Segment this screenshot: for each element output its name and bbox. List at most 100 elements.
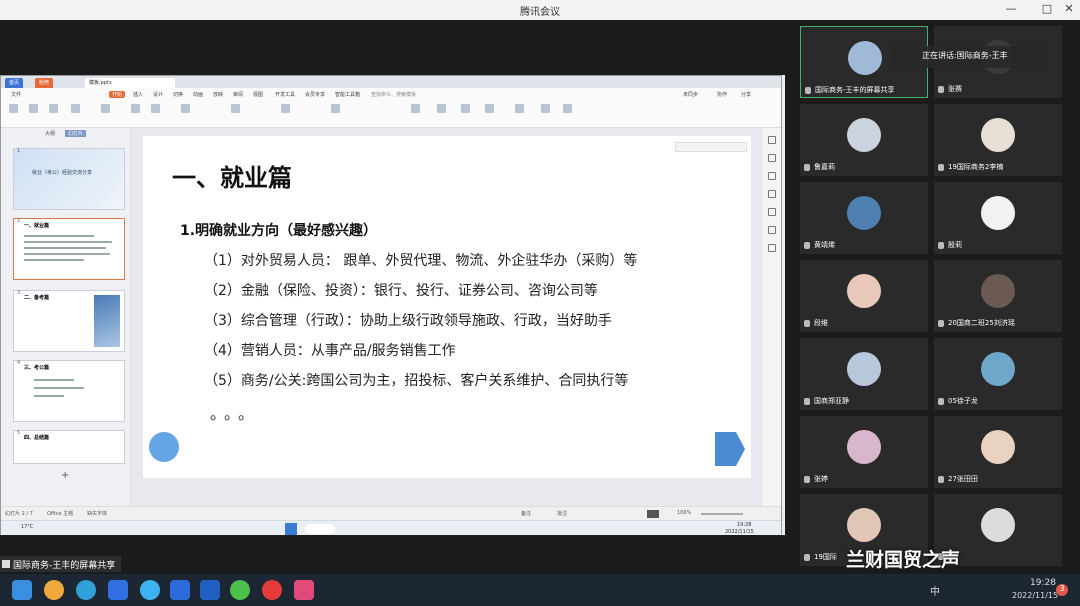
- paste-icon[interactable]: [9, 104, 18, 113]
- windows-start-icon[interactable]: [285, 523, 297, 535]
- participant-tile[interactable]: 殷莉: [934, 182, 1062, 254]
- share-button[interactable]: 分享: [741, 91, 751, 98]
- align-icon[interactable]: [331, 104, 340, 113]
- lang-indicator[interactable]: 中: [930, 583, 940, 598]
- input-method-toolbar[interactable]: [675, 142, 747, 152]
- minimize-button[interactable]: —: [1002, 2, 1020, 15]
- participant-tile[interactable]: 19国际商务2李楠: [934, 104, 1062, 176]
- current-start-icon[interactable]: [71, 104, 80, 113]
- slides-tab[interactable]: 幻灯片: [65, 130, 87, 137]
- bold-icon[interactable]: [231, 104, 240, 113]
- animation-panel-icon[interactable]: [768, 208, 776, 216]
- zoom-level[interactable]: 106%: [677, 510, 691, 516]
- menu-view[interactable]: 视图: [253, 91, 263, 98]
- decor-circle: [149, 432, 179, 462]
- participant-tile[interactable]: 黄靖烯: [800, 182, 928, 254]
- menu-dev-tools[interactable]: 开发工具: [275, 91, 295, 98]
- pin-icon[interactable]: [768, 154, 776, 162]
- shape-icon[interactable]: [437, 104, 446, 113]
- date[interactable]: 2022/11/15: [1012, 591, 1058, 600]
- reset-icon[interactable]: [151, 104, 160, 113]
- font-icon[interactable]: [181, 104, 190, 113]
- menu-slideshow[interactable]: 放映: [213, 91, 223, 98]
- participant-name: 黄靖烯: [804, 240, 835, 250]
- collab-button[interactable]: 协作: [717, 91, 727, 98]
- name-text: 05徐子龙: [948, 397, 978, 405]
- settings-icon[interactable]: [768, 136, 776, 144]
- participant-tile[interactable]: 05徐子龙: [934, 338, 1062, 410]
- menu-smart-tools[interactable]: 智能工具箱: [335, 91, 360, 98]
- screen-share-banner[interactable]: 国际商务-王丰的屏幕共享: [0, 556, 122, 572]
- edge-icon[interactable]: [76, 580, 96, 600]
- slide-thumbnail[interactable]: 5 四、总结篇: [13, 430, 125, 464]
- zoom-slider[interactable]: [701, 513, 743, 515]
- wechat-icon[interactable]: [230, 580, 250, 600]
- command-search[interactable]: 查找命令、搜索模板: [371, 91, 416, 98]
- cut-icon[interactable]: [29, 104, 38, 113]
- comment-button[interactable]: 批注: [557, 510, 567, 517]
- slide-thumbnail[interactable]: 4 三、考公篇: [13, 360, 125, 422]
- paragraph-icon[interactable]: [281, 104, 290, 113]
- tencent-meeting-icon[interactable]: [200, 580, 220, 600]
- participant-tile[interactable]: 张婷: [800, 416, 928, 488]
- outline-tab[interactable]: 大纲: [45, 130, 55, 137]
- menu-animation[interactable]: 动画: [193, 91, 203, 98]
- slide-thumbnail[interactable]: 3 二、备考篇: [13, 290, 125, 352]
- meeting-app-icon[interactable]: [170, 580, 190, 600]
- menu-member[interactable]: 会员专享: [305, 91, 325, 98]
- participant-tile[interactable]: 国商郑亚静: [800, 338, 928, 410]
- menu-insert[interactable]: 插入: [133, 91, 143, 98]
- slide-thumbnail-selected[interactable]: 2 一、就业篇: [13, 218, 125, 280]
- notification-badge[interactable]: 3: [1056, 584, 1068, 596]
- shape-panel-icon[interactable]: [768, 190, 776, 198]
- participant-tile[interactable]: 鲁嘉莉: [800, 104, 928, 176]
- outline-icon[interactable]: [485, 104, 494, 113]
- menu-transition[interactable]: 切换: [173, 91, 183, 98]
- new-slide-icon[interactable]: [101, 104, 110, 113]
- format-painter-icon[interactable]: [49, 104, 58, 113]
- participant-name: 殷莉: [938, 240, 962, 250]
- participant-tile[interactable]: 20国商二班25刘济瑶: [934, 260, 1062, 332]
- name-text: 19国际: [814, 553, 837, 561]
- weather-icon[interactable]: [44, 580, 64, 600]
- thumb-title: 四、总结篇: [24, 435, 50, 441]
- start-icon[interactable]: [12, 580, 32, 600]
- netease-icon[interactable]: [262, 580, 282, 600]
- arrange-icon[interactable]: [461, 104, 470, 113]
- banner-label: 国际商务-王丰的屏幕共享: [13, 561, 116, 571]
- share-panel-icon[interactable]: [768, 244, 776, 252]
- name-text: 国商郑亚静: [814, 397, 849, 405]
- ie-icon[interactable]: [140, 580, 160, 600]
- wps-icon[interactable]: [294, 580, 314, 600]
- maximize-button[interactable]: □: [1038, 2, 1056, 15]
- find-icon[interactable]: [563, 104, 572, 113]
- menu-file[interactable]: 文件: [11, 91, 21, 98]
- clipboard-icon[interactable]: [768, 172, 776, 180]
- participant-name: 鲁嘉莉: [804, 162, 835, 172]
- notes-button[interactable]: 备注: [521, 510, 531, 517]
- tab-document[interactable]: 模板.pptx: [85, 78, 175, 88]
- participant-tile[interactable]: 27张田田: [934, 416, 1062, 488]
- participant-tile[interactable]: 段维: [800, 260, 928, 332]
- menu-design[interactable]: 设计: [153, 91, 163, 98]
- textbox-icon[interactable]: [411, 104, 420, 113]
- menu-review[interactable]: 审阅: [233, 91, 243, 98]
- help-icon[interactable]: [768, 226, 776, 234]
- close-button[interactable]: ✕: [1060, 2, 1078, 15]
- speaking-names: 国际商务-王丰: [956, 51, 1008, 60]
- unsynced-label[interactable]: 未同步: [683, 91, 698, 98]
- slide-thumbnail[interactable]: 1 就业（考公）经验交流分享: [13, 148, 125, 210]
- tools-icon[interactable]: [515, 104, 524, 113]
- add-slide-icon[interactable]: +: [61, 470, 69, 481]
- pick-icon[interactable]: [541, 104, 550, 113]
- layout-icon[interactable]: [131, 104, 140, 113]
- clock[interactable]: 19:28: [1030, 578, 1056, 588]
- app-icon[interactable]: [108, 580, 128, 600]
- tab-home[interactable]: 首页: [5, 78, 24, 88]
- participant-name: 19国际商务2李楠: [938, 162, 1003, 172]
- missing-fonts[interactable]: 缺失字体: [87, 510, 107, 517]
- search-box[interactable]: [305, 524, 335, 534]
- menu-start[interactable]: 开始: [109, 91, 126, 98]
- tab-docer[interactable]: 稻壳: [35, 78, 54, 88]
- play-icon[interactable]: [647, 510, 659, 518]
